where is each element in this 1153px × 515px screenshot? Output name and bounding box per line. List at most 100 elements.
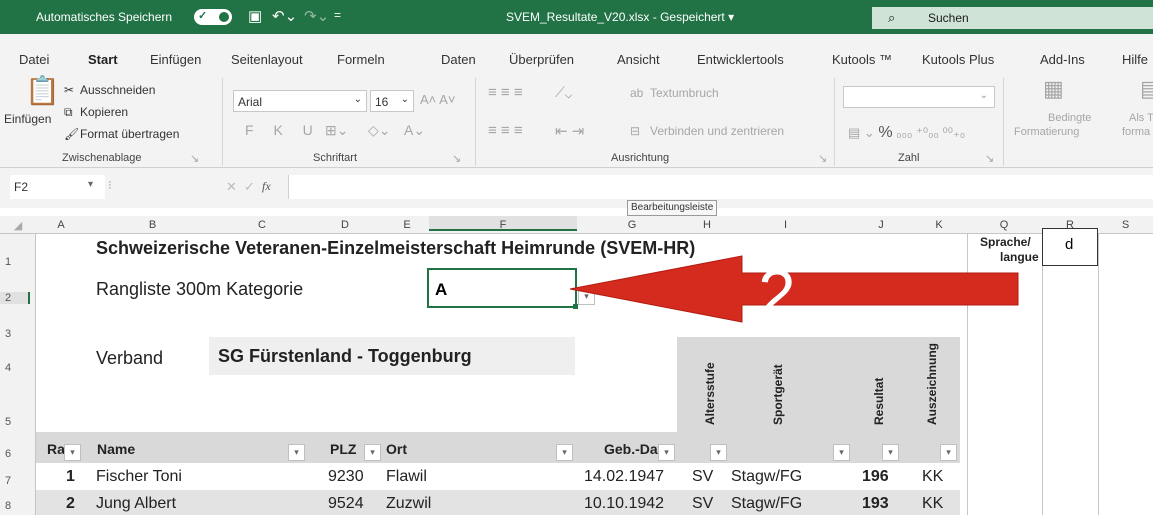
align-icons[interactable]: ≡ ≡ ≡	[488, 122, 523, 139]
tab-ueberpruefen[interactable]: Überprüfen	[509, 52, 574, 67]
merge-center-button[interactable]: Verbinden und zentrieren	[650, 124, 784, 138]
copy-button[interactable]: Kopieren	[80, 105, 128, 119]
font-style-buttons[interactable]: F K U	[245, 122, 321, 138]
filter-altersstufe-icon[interactable]: ▾	[710, 444, 727, 461]
tab-add-ins[interactable]: Add-Ins	[1040, 52, 1085, 67]
align-top-icons[interactable]: ≡ ≡ ≡	[488, 84, 523, 101]
format-table-label-1[interactable]: Als T	[1129, 112, 1153, 124]
conditional-format-label-2[interactable]: Formatierung	[1014, 126, 1079, 138]
paste-button[interactable]: Einfügen	[4, 112, 51, 126]
undo-icon[interactable]: ↶⌄	[272, 7, 297, 25]
chevron-down-icon: ⌄	[979, 90, 988, 101]
col-q[interactable]: Q	[966, 219, 1042, 231]
autosave-toggle[interactable]	[194, 9, 232, 25]
table-row[interactable]: 1 Fischer Toni 9230 Flawil 14.02.1947 SV…	[36, 463, 960, 490]
format-table-label-2[interactable]: forma	[1122, 126, 1150, 138]
filter-auszeichnung-icon[interactable]: ▾	[940, 444, 957, 461]
tab-kutools[interactable]: Kutools ™	[832, 52, 892, 67]
filter-plz-icon[interactable]: ▾	[364, 444, 381, 461]
wrap-text-button[interactable]: Textumbruch	[650, 86, 719, 100]
number-launcher-icon[interactable]: ↘	[985, 152, 994, 165]
search-box[interactable]: ⌕ Suchen	[872, 7, 1153, 29]
verband-cell[interactable]: SG Fürstenland - Toggenburg	[209, 337, 575, 375]
format-table-icon[interactable]: ▤	[1140, 76, 1153, 102]
col-i[interactable]: I	[727, 219, 844, 231]
row-4[interactable]: 4	[5, 362, 11, 374]
row-3[interactable]: 3	[5, 328, 11, 340]
redo-icon[interactable]: ↷⌄	[304, 7, 329, 25]
row-5[interactable]: 5	[5, 416, 11, 428]
kategorie-cell[interactable]: A	[427, 268, 577, 308]
conditional-format-label-1[interactable]: Bedingte	[1048, 112, 1091, 124]
col-j[interactable]: J	[844, 219, 918, 231]
confirm-icon[interactable]: ✓	[244, 179, 255, 195]
col-a[interactable]: A	[36, 219, 86, 231]
row-8[interactable]: 8	[5, 500, 11, 512]
col-d[interactable]: D	[305, 219, 385, 231]
fill-color-icon[interactable]: ◇⌄	[368, 122, 391, 139]
document-title[interactable]: SVEM_Resultate_V20.xlsx - Gespeichert ▾	[506, 10, 734, 24]
indent-icons[interactable]: ⇤ ⇥	[555, 122, 584, 140]
sprache-cell[interactable]: d	[1042, 228, 1098, 266]
filter-geb-icon[interactable]: ▾	[658, 444, 675, 461]
increase-font-icon[interactable]: A˄ A˅	[420, 92, 455, 107]
cut-button[interactable]: Ausschneiden	[80, 83, 155, 97]
col-e[interactable]: E	[385, 219, 429, 231]
currency-icon[interactable]: ▤ ⌄ % ₀₀₀ ⁺⁰₀₀ ⁰⁰₊₀	[848, 124, 965, 142]
tab-einfuegen[interactable]: Einfügen	[150, 52, 201, 67]
filter-ort-icon[interactable]: ▾	[556, 444, 573, 461]
row-1[interactable]: 1	[5, 256, 11, 268]
font-name-select[interactable]: Arial ⌄	[233, 90, 367, 112]
border-icon[interactable]: ⊞⌄	[325, 122, 348, 139]
col-k[interactable]: K	[918, 219, 960, 231]
tab-daten[interactable]: Daten	[441, 52, 476, 67]
tab-entwicklertools[interactable]: Entwicklertools	[697, 52, 784, 67]
col-s[interactable]: S	[1098, 219, 1153, 231]
header-resultat: Resultat	[872, 377, 886, 425]
insert-function-icon[interactable]: fx	[262, 179, 271, 194]
row-2[interactable]: 2	[0, 292, 30, 304]
tab-datei[interactable]: Datei	[19, 52, 49, 67]
filter-resultat-icon[interactable]: ▾	[882, 444, 899, 461]
row-6[interactable]: 6	[5, 448, 11, 460]
font-color-icon[interactable]: A⌄	[404, 122, 425, 139]
number-format-select[interactable]: ⌄	[843, 86, 995, 108]
filter-rang-icon[interactable]: ▾	[64, 444, 81, 461]
formula-input[interactable]	[288, 175, 1153, 199]
col-c[interactable]: C	[219, 219, 305, 231]
name-box[interactable]: F2 ▾	[10, 175, 105, 199]
col-f[interactable]: F	[429, 216, 577, 231]
tab-kutools-plus[interactable]: Kutools Plus	[922, 52, 994, 67]
col-b[interactable]: B	[86, 219, 219, 231]
tab-ansicht[interactable]: Ansicht	[617, 52, 660, 67]
tab-formeln[interactable]: Formeln	[337, 52, 385, 67]
tab-seitenlayout[interactable]: Seitenlayout	[231, 52, 303, 67]
cell-geb: 14.02.1947	[584, 468, 665, 485]
cancel-icon[interactable]: ✕	[226, 179, 237, 195]
header-geb: Geb.-Dat	[604, 441, 663, 457]
tab-hilfe[interactable]: Hilfe	[1122, 52, 1148, 67]
quick-access-customize-icon[interactable]: =	[334, 8, 341, 22]
merge-icon: ⊟	[630, 124, 641, 138]
col-h[interactable]: H	[687, 219, 727, 231]
drag-handle-icon[interactable]: ⁝	[108, 178, 112, 192]
font-launcher-icon[interactable]: ↘	[452, 152, 461, 165]
save-icon[interactable]: ▣	[248, 7, 262, 25]
table-row[interactable]: 2 Jung Albert 9524 Zuzwil 10.10.1942 SV …	[36, 490, 960, 515]
font-size-select[interactable]: 16 ⌄	[370, 90, 414, 112]
select-all-icon[interactable]: ◢	[4, 219, 32, 232]
alignment-launcher-icon[interactable]: ↘	[818, 152, 827, 165]
orientation-icon[interactable]: ⟋⌄	[555, 84, 572, 101]
clipboard-launcher-icon[interactable]: ↘	[190, 152, 199, 165]
conditional-format-icon[interactable]: ▦	[1043, 76, 1064, 102]
cell-name: Fischer Toni	[96, 468, 182, 485]
cell-ort: Flawil	[386, 468, 427, 485]
filter-name-icon[interactable]: ▾	[288, 444, 305, 461]
row-7[interactable]: 7	[5, 475, 11, 487]
filter-sportgeraet-icon[interactable]: ▾	[833, 444, 850, 461]
cut-icon: ✂	[64, 83, 75, 97]
col-g[interactable]: G	[577, 219, 687, 231]
format-painter-button[interactable]: Format übertragen	[80, 127, 179, 141]
paste-icon[interactable]: 📋	[25, 74, 60, 107]
header-ort: Ort	[386, 441, 407, 457]
